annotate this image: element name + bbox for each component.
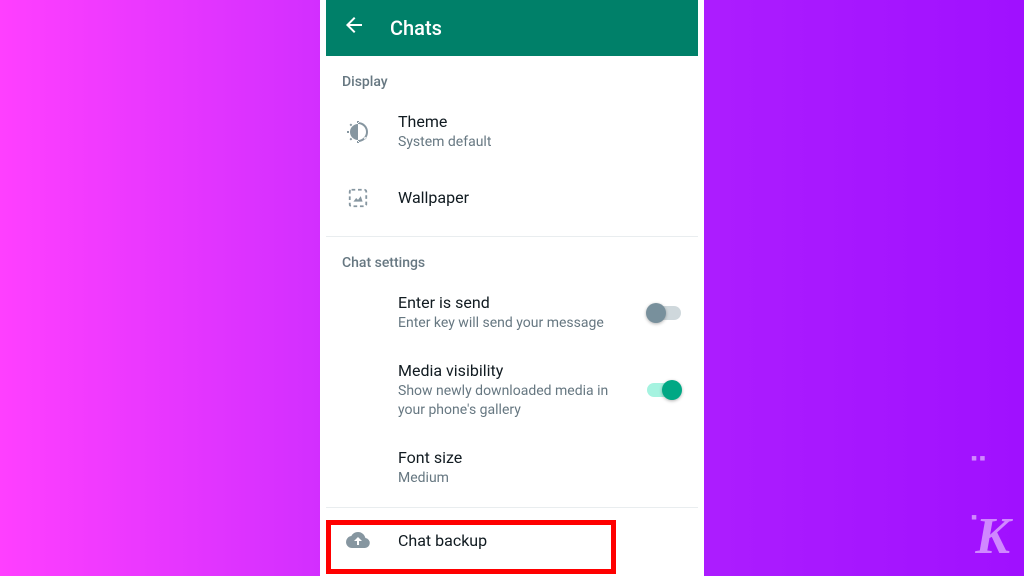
enter-is-send-title: Enter is send <box>398 293 622 312</box>
theme-icon <box>342 120 374 144</box>
header-title: Chats <box>390 16 442 40</box>
media-visibility-title: Media visibility <box>398 361 622 380</box>
media-visibility-row[interactable]: Media visibility Show newly downloaded m… <box>326 347 698 434</box>
theme-subtitle: System default <box>398 133 682 152</box>
watermark-logo: ▪▪▪K <box>971 448 1008 566</box>
section-header-chat-settings: Chat settings <box>326 237 698 279</box>
enter-is-send-row[interactable]: Enter is send Enter key will send your m… <box>326 279 698 347</box>
cloud-upload-icon <box>342 528 374 552</box>
media-visibility-toggle[interactable] <box>646 380 682 400</box>
font-size-subtitle: Medium <box>398 469 682 488</box>
app-header: Chats <box>326 0 698 56</box>
phone-frame: Chats Display Theme System default Wallp… <box>320 0 704 576</box>
theme-title: Theme <box>398 112 682 131</box>
wallpaper-title: Wallpaper <box>398 188 682 207</box>
media-visibility-subtitle: Show newly downloaded media in your phon… <box>398 382 622 420</box>
theme-row[interactable]: Theme System default <box>326 98 698 166</box>
font-size-row[interactable]: Font size Medium <box>326 434 698 502</box>
font-size-title: Font size <box>398 448 682 467</box>
enter-is-send-subtitle: Enter key will send your message <box>398 314 622 333</box>
wallpaper-row[interactable]: Wallpaper <box>326 166 698 230</box>
chat-backup-title: Chat backup <box>398 531 682 550</box>
settings-content: Display Theme System default Wallpaper C… <box>326 56 698 572</box>
back-arrow-icon[interactable] <box>342 13 366 43</box>
section-header-display: Display <box>326 56 698 98</box>
enter-is-send-toggle[interactable] <box>646 303 682 323</box>
chat-backup-row[interactable]: Chat backup <box>326 508 698 572</box>
wallpaper-icon <box>342 187 374 209</box>
